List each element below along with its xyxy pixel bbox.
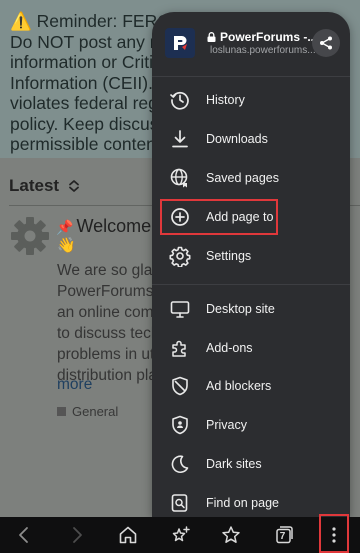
category-badge[interactable]: General bbox=[57, 404, 118, 419]
shield-block-icon bbox=[172, 376, 188, 396]
share-button[interactable] bbox=[312, 29, 340, 57]
puzzle-icon bbox=[172, 340, 186, 357]
menu-divider bbox=[152, 284, 350, 285]
tabs-count: 7 bbox=[279, 530, 286, 542]
monitor-icon bbox=[170, 301, 190, 318]
category-label: General bbox=[72, 404, 119, 419]
pin-icon: 📌 bbox=[56, 219, 74, 235]
menu-item-privacy[interactable]: Privacy bbox=[152, 406, 350, 444]
menu-item-dark-sites[interactable]: Dark sites bbox=[152, 445, 350, 483]
wave-emoji: 👋 bbox=[57, 237, 76, 254]
bookmarks-button[interactable] bbox=[220, 524, 242, 546]
gear-icon bbox=[169, 246, 191, 267]
site-url: loslunas.powerforums... bbox=[210, 45, 316, 56]
find-icon bbox=[171, 494, 188, 512]
sort-chevron-icon bbox=[69, 180, 79, 192]
tabs-button[interactable]: 7 bbox=[273, 524, 295, 546]
bookmark-add-button[interactable] bbox=[170, 524, 192, 546]
menu-item-ad-blockers[interactable]: Ad blockers bbox=[152, 367, 350, 405]
menu-item-add-ons[interactable]: Add-ons bbox=[152, 329, 350, 367]
menu-item-settings[interactable]: Settings bbox=[152, 237, 350, 275]
bookmarks-icon bbox=[222, 526, 240, 543]
privacy-icon bbox=[172, 415, 188, 435]
browser-overflow-menu: PowerForums -... loslunas.powerforums...… bbox=[152, 12, 350, 517]
excerpt-line: an online comr bbox=[57, 304, 159, 321]
forward-button[interactable] bbox=[66, 524, 88, 546]
latest-heading: Latest bbox=[9, 176, 60, 195]
gear-icon bbox=[11, 217, 49, 255]
site-favicon bbox=[165, 28, 195, 58]
site-name-text: PowerForums -... bbox=[220, 30, 318, 44]
menu-item-label: Desktop site bbox=[206, 302, 275, 316]
excerpt-line: to discuss tech bbox=[57, 325, 160, 342]
read-more-link[interactable]: more bbox=[57, 376, 92, 394]
forward-icon bbox=[73, 527, 82, 543]
latest-sort-toggle[interactable]: Latest bbox=[9, 176, 81, 196]
menu-divider bbox=[152, 76, 350, 77]
home-icon bbox=[119, 526, 137, 544]
menu-site-header: PowerForums -... loslunas.powerforums... bbox=[152, 12, 350, 76]
powerforums-logo-icon bbox=[174, 36, 187, 50]
bookmark-add-icon bbox=[172, 526, 190, 542]
menu-item-label: Privacy bbox=[206, 418, 247, 432]
browser-bottom-toolbar: 7 bbox=[0, 517, 360, 553]
lock-icon bbox=[207, 32, 216, 42]
menu-item-label: Settings bbox=[206, 249, 252, 263]
menu-item-history[interactable]: History bbox=[152, 81, 350, 119]
highlight-annotation bbox=[160, 199, 278, 235]
share-icon bbox=[320, 36, 332, 50]
history-icon bbox=[170, 91, 189, 110]
topic-excerpt: We are so glac PowerForums an online com… bbox=[57, 260, 160, 386]
globe-icon bbox=[170, 168, 188, 188]
site-name: PowerForums -... bbox=[207, 30, 317, 44]
menu-item-label: Ad blockers bbox=[206, 379, 272, 393]
highlight-annotation bbox=[319, 514, 349, 553]
menu-item-find-on-page[interactable]: Find on page bbox=[152, 484, 350, 517]
back-icon bbox=[19, 527, 28, 543]
menu-item-label: Add-ons bbox=[206, 341, 253, 355]
download-icon bbox=[172, 130, 188, 148]
menu-item-desktop-site[interactable]: Desktop site bbox=[152, 290, 350, 328]
menu-item-label: Downloads bbox=[206, 132, 268, 146]
menu-item-label: Dark sites bbox=[206, 457, 262, 471]
home-button[interactable] bbox=[117, 524, 139, 546]
excerpt-line: problems in ut bbox=[57, 346, 155, 363]
category-swatch bbox=[57, 407, 66, 416]
menu-item-label: History bbox=[206, 93, 245, 107]
menu-item-label: Find on page bbox=[206, 496, 279, 510]
excerpt-line: We are so glac bbox=[57, 262, 161, 279]
menu-item-saved-pages[interactable]: Saved pages bbox=[152, 159, 350, 197]
menu-item-downloads[interactable]: Downloads bbox=[152, 120, 350, 158]
menu-item-label: Saved pages bbox=[206, 171, 279, 185]
excerpt-line: PowerForums bbox=[57, 283, 154, 300]
moon-icon bbox=[171, 455, 189, 474]
back-button[interactable] bbox=[13, 524, 35, 546]
